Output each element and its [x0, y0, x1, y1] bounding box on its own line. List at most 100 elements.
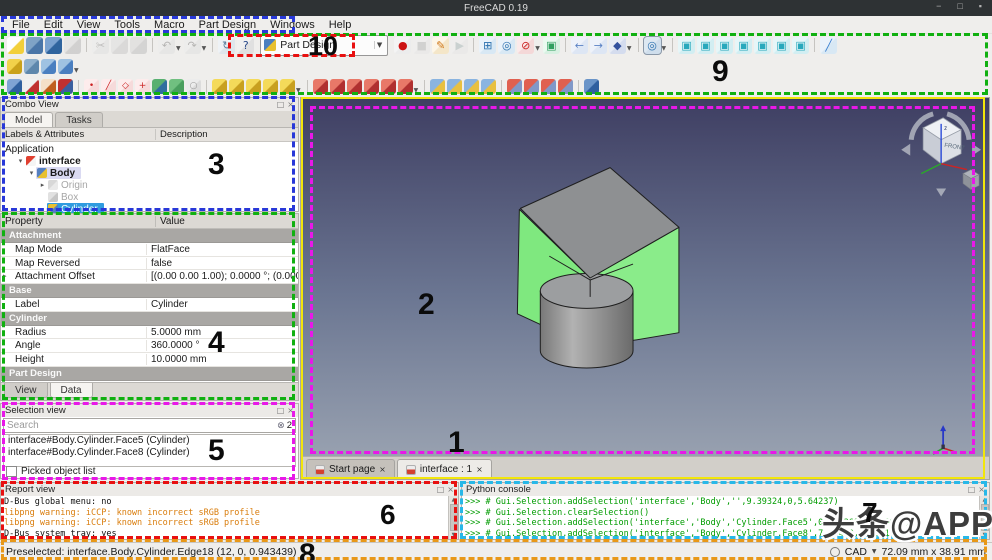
close-panel-icon[interactable]: ×: [287, 100, 294, 109]
float-panel-icon[interactable]: □: [437, 485, 445, 494]
menu-part-design[interactable]: Part Design: [192, 18, 263, 32]
menu-file[interactable]: File: [5, 18, 37, 32]
property-value[interactable]: [(0.00 0.00 1.00); 0.0000 °; (0.0000 m..…: [147, 271, 298, 282]
local-coordinate-system-icon[interactable]: +: [135, 79, 150, 94]
rotate-view-dropdown-icon[interactable]: ▼: [627, 45, 632, 52]
refresh-icon[interactable]: ↻: [218, 37, 235, 54]
nav-forward-icon[interactable]: →: [590, 37, 607, 54]
pad-icon[interactable]: [212, 79, 227, 94]
zoom-fit-all-icon[interactable]: ⊞: [479, 37, 496, 54]
subtractive-pipe-icon[interactable]: [381, 79, 396, 94]
stereo-view-icon[interactable]: ▣: [543, 37, 560, 54]
make-sub-link-dropdown-icon[interactable]: ▼: [74, 67, 79, 74]
tree-item-box[interactable]: Box: [1, 191, 298, 203]
float-panel-icon[interactable]: □: [277, 406, 285, 415]
save-file-icon[interactable]: [45, 37, 62, 54]
redo-dropdown-icon[interactable]: ▼: [202, 45, 207, 52]
groove-icon[interactable]: [347, 79, 362, 94]
float-panel-icon[interactable]: □: [968, 485, 976, 494]
undo-dropdown-icon[interactable]: ▼: [176, 45, 181, 52]
chamfer-icon[interactable]: [447, 79, 462, 94]
create-group-icon[interactable]: [24, 59, 39, 74]
draw-style-icon[interactable]: ⊘: [517, 37, 534, 54]
mdi-tab-interface-1[interactable]: interface : 1×: [397, 459, 492, 479]
zoom-region-dropdown-icon[interactable]: ▼: [662, 45, 667, 52]
property-row-map-mode[interactable]: Map ModeFlatFace: [1, 243, 298, 257]
menu-view[interactable]: View: [70, 18, 108, 32]
property-value[interactable]: FlatFace: [147, 244, 298, 255]
edit-sketch-icon[interactable]: [41, 79, 56, 94]
draw-style-dropdown-icon[interactable]: ▼: [535, 45, 540, 52]
maximize-button[interactable]: □: [957, 2, 962, 11]
selection-list-item[interactable]: interface#Body.Cylinder.Face5 (Cylinder): [4, 435, 295, 447]
navigation-style-selector[interactable]: CAD: [845, 546, 867, 558]
property-value[interactable]: Cylinder: [147, 299, 298, 310]
3d-viewport[interactable]: FRONT z x: [301, 98, 989, 457]
chevron-down-icon[interactable]: ▼: [374, 41, 384, 49]
column-value[interactable]: Value: [156, 216, 189, 227]
zoom-region-icon[interactable]: ◎: [644, 37, 661, 54]
close-button[interactable]: ▪: [979, 2, 982, 11]
view-right-icon[interactable]: ▣: [735, 37, 752, 54]
create-body-icon[interactable]: [7, 79, 22, 94]
view-bottom-icon[interactable]: ▣: [773, 37, 790, 54]
whats-this-icon[interactable]: ?: [237, 37, 254, 54]
tree-item-interface[interactable]: ▾interface: [1, 155, 298, 167]
property-value[interactable]: 10.0000 mm: [147, 354, 298, 365]
macro-record-icon[interactable]: ●: [394, 37, 411, 54]
property-row-attachment-offset[interactable]: Attachment Offset▸[(0.00 0.00 1.00); 0.0…: [1, 270, 298, 284]
open-file-icon[interactable]: [26, 37, 43, 54]
property-row-radius[interactable]: Radius5.0000 mm: [1, 326, 298, 340]
column-property[interactable]: Property: [1, 216, 156, 227]
create-part-icon[interactable]: [7, 59, 22, 74]
close-tab-icon[interactable]: ×: [476, 465, 483, 474]
3d-scene[interactable]: FRONT z x: [301, 98, 989, 457]
shape-binder-icon[interactable]: [152, 79, 167, 94]
float-panel-icon[interactable]: □: [277, 100, 285, 109]
property-row-angle[interactable]: Angle360.0000 °: [1, 339, 298, 353]
subtractive-loft-icon[interactable]: [364, 79, 379, 94]
workbench-selector[interactable]: Part Design ▼: [260, 35, 388, 56]
tree-item-origin[interactable]: ▸Origin: [1, 179, 298, 191]
cylinder-top-face[interactable]: [540, 274, 633, 309]
datum-plane-icon[interactable]: ◇: [118, 79, 133, 94]
tab-view[interactable]: View: [4, 383, 48, 398]
property-value[interactable]: 5.0000 mm: [147, 327, 298, 338]
linear-pattern-icon[interactable]: [524, 79, 539, 94]
close-panel-icon[interactable]: ×: [287, 406, 294, 415]
report-scrollbar[interactable]: ▲▼: [448, 496, 458, 539]
pocket-icon[interactable]: [313, 79, 328, 94]
make-link-icon[interactable]: [41, 59, 56, 74]
nav-back-icon[interactable]: ←: [571, 37, 588, 54]
tab-tasks[interactable]: Tasks: [55, 112, 103, 127]
create-sketch-icon[interactable]: [24, 79, 39, 94]
datum-point-icon[interactable]: •: [84, 79, 99, 94]
minimize-button[interactable]: −: [936, 2, 941, 11]
zoom-in-icon[interactable]: ◎: [498, 37, 515, 54]
clear-search-icon[interactable]: ⊗: [277, 421, 285, 431]
expander-icon[interactable]: ▾: [16, 157, 25, 165]
menu-windows[interactable]: Windows: [263, 18, 322, 32]
view-axonometric-icon[interactable]: ▣: [678, 37, 695, 54]
column-description[interactable]: Description: [156, 129, 212, 140]
measure-distance-icon[interactable]: ╱: [820, 37, 837, 54]
subtractive-helix-dropdown-icon[interactable]: ▼: [414, 87, 419, 94]
property-row-map-reversed[interactable]: Map Reversedfalse: [1, 257, 298, 271]
search-input[interactable]: [7, 420, 277, 431]
property-row-height[interactable]: Height10.0000 mm: [1, 353, 298, 367]
expander-icon[interactable]: ▸: [3, 272, 7, 280]
additive-loft-icon[interactable]: [246, 79, 261, 94]
expander-icon[interactable]: ▸: [38, 181, 47, 189]
rotate-view-icon[interactable]: ◆: [609, 37, 626, 54]
macro-edit-icon[interactable]: ✎: [432, 37, 449, 54]
tree-item-application[interactable]: Application: [1, 143, 298, 155]
menu-help[interactable]: Help: [322, 18, 359, 32]
thickness-icon[interactable]: [481, 79, 496, 94]
close-panel-icon[interactable]: ×: [978, 485, 985, 494]
tab-model[interactable]: Model: [4, 112, 53, 127]
new-file-icon[interactable]: [7, 37, 24, 54]
polar-pattern-icon[interactable]: [541, 79, 556, 94]
multi-transform-icon[interactable]: [558, 79, 573, 94]
expander-icon[interactable]: ▾: [27, 169, 36, 177]
mdi-tab-start-page[interactable]: Start page×: [306, 459, 395, 479]
